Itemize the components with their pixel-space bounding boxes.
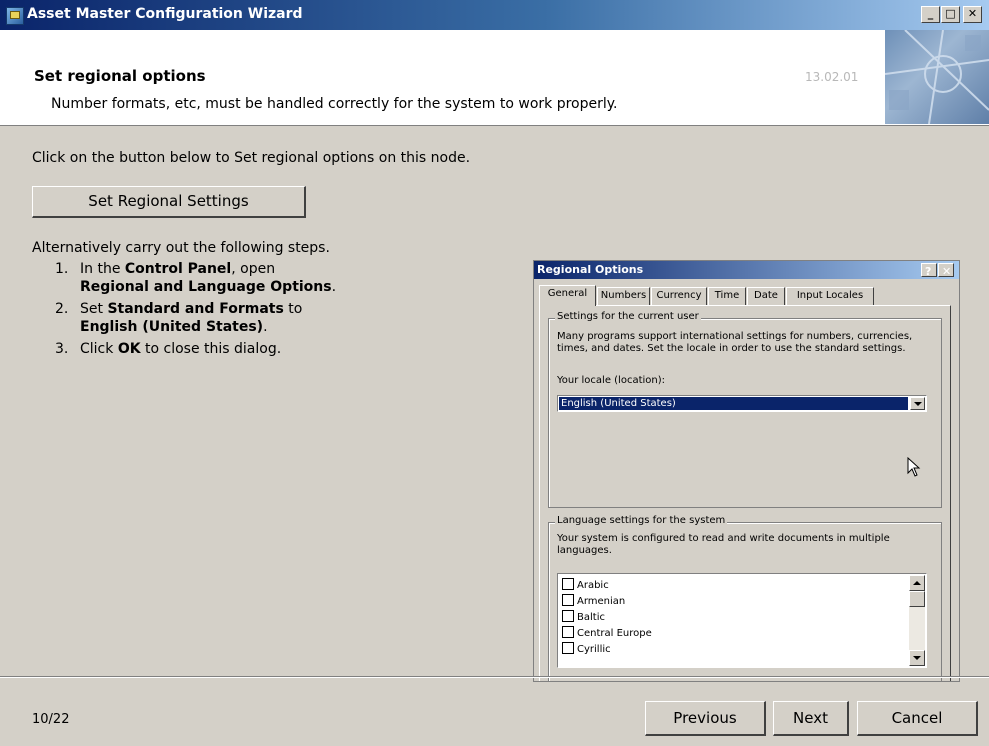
language-item: Central Europe xyxy=(562,626,652,640)
step-text: . xyxy=(263,319,268,335)
logo-graphic xyxy=(885,30,989,124)
step-3: 3. Click OK to close this dialog. xyxy=(55,340,410,358)
help-icon: ? xyxy=(921,263,937,277)
step-bold: Control Panel xyxy=(124,261,232,277)
tab-currency: Currency xyxy=(651,287,707,305)
locale-dropdown: English (United States) xyxy=(557,395,927,412)
next-button[interactable]: Next xyxy=(773,701,849,736)
mouse-pointer-icon xyxy=(907,457,921,477)
scroll-down-icon xyxy=(909,650,925,666)
regional-options-titlebar: Regional Options ? ✕ xyxy=(534,261,959,279)
title-bar[interactable]: Asset Master Configuration Wizard _ □ ✕ xyxy=(0,0,989,30)
maximize-button[interactable]: □ xyxy=(941,6,960,23)
step-text: . xyxy=(331,279,337,295)
user-settings-description: Many programs support international sett… xyxy=(557,331,913,354)
version-label: 13.02.01 xyxy=(805,70,859,84)
language-item: Cyrillic xyxy=(562,642,611,656)
language-scrollbar xyxy=(909,575,925,666)
tab-general: General xyxy=(539,285,596,306)
step-bold: OK xyxy=(117,341,141,357)
tab-input-locales: Input Locales xyxy=(786,287,874,305)
step-text: to close this dialog. xyxy=(140,341,282,357)
step-number: 1. xyxy=(55,261,69,277)
previous-button[interactable]: Previous xyxy=(645,701,766,736)
close-button[interactable]: ✕ xyxy=(963,6,982,23)
step-number: 3. xyxy=(55,341,69,357)
step-text: Click xyxy=(80,341,118,357)
checkbox-icon xyxy=(562,594,574,606)
user-settings-group: Settings for the current user Many progr… xyxy=(548,311,942,508)
previous-label: Previous xyxy=(673,709,737,727)
wizard-footer: 10/22 Previous Next Cancel xyxy=(0,676,989,746)
scroll-up-icon xyxy=(909,575,925,591)
next-label: Next xyxy=(793,709,828,727)
dropdown-arrow-icon xyxy=(910,397,925,410)
step-1: 1. In the Control Panel, open Regional a… xyxy=(55,260,410,296)
minimize-button[interactable]: _ xyxy=(921,6,940,23)
cancel-button[interactable]: Cancel xyxy=(857,701,978,736)
locale-value: English (United States) xyxy=(559,397,908,410)
step-bold: English (United States) xyxy=(80,319,264,335)
page-indicator: 10/22 xyxy=(32,712,70,727)
wizard-content: Click on the button below to Set regiona… xyxy=(0,126,989,682)
alternative-text: Alternatively carry out the following st… xyxy=(32,240,330,256)
step-number: 2. xyxy=(55,301,69,317)
cancel-label: Cancel xyxy=(891,709,943,727)
set-regional-settings-button[interactable]: Set Regional Settings xyxy=(32,186,306,218)
step-text: Set xyxy=(80,301,108,317)
app-icon xyxy=(6,7,24,25)
regional-options-screenshot: Regional Options ? ✕ General Numbers Cur… xyxy=(533,260,960,682)
step-text: to xyxy=(283,301,303,317)
language-settings-legend: Language settings for the system xyxy=(555,515,728,526)
checkbox-icon xyxy=(562,578,574,590)
step-text: , open xyxy=(231,261,276,277)
user-settings-legend: Settings for the current user xyxy=(555,311,701,322)
wizard-header: Set regional options Number formats, etc… xyxy=(0,30,989,126)
language-item: Baltic xyxy=(562,610,605,624)
set-regional-settings-label: Set Regional Settings xyxy=(88,192,249,210)
regional-options-title: Regional Options xyxy=(537,263,644,276)
checkbox-icon xyxy=(562,610,574,622)
tab-numbers: Numbers xyxy=(597,287,650,305)
steps-list: 1. In the Control Panel, open Regional a… xyxy=(55,260,410,362)
tab-date: Date xyxy=(747,287,785,305)
language-item: Armenian xyxy=(562,594,625,608)
step-2: 2. Set Standard and Formats to English (… xyxy=(55,300,410,336)
locale-label: Your locale (location): xyxy=(557,375,666,386)
scroll-thumb xyxy=(909,591,925,607)
window-title: Asset Master Configuration Wizard xyxy=(27,6,303,22)
language-list: Arabic Armenian Baltic Central Europe Cy… xyxy=(557,573,927,668)
language-settings-group: Language settings for the system Your sy… xyxy=(548,515,942,681)
step-text: In the xyxy=(80,261,125,277)
language-settings-description: Your system is configured to read and wr… xyxy=(557,533,890,556)
page-subtitle: Number formats, etc, must be handled cor… xyxy=(51,96,618,112)
checkbox-icon xyxy=(562,642,574,654)
step-bold: Standard and Formats xyxy=(107,301,284,317)
wizard-window: Asset Master Configuration Wizard _ □ ✕ … xyxy=(0,0,989,746)
regional-options-panel: Settings for the current user Many progr… xyxy=(539,305,951,681)
tab-time: Time xyxy=(708,287,746,305)
page-title: Set regional options xyxy=(34,67,206,85)
checkbox-icon xyxy=(562,626,574,638)
intro-text: Click on the button below to Set regiona… xyxy=(32,150,471,166)
close-icon: ✕ xyxy=(938,263,954,277)
header-logo xyxy=(885,30,989,124)
language-item: Arabic xyxy=(562,578,609,592)
step-bold: Regional and Language Options xyxy=(80,279,332,295)
